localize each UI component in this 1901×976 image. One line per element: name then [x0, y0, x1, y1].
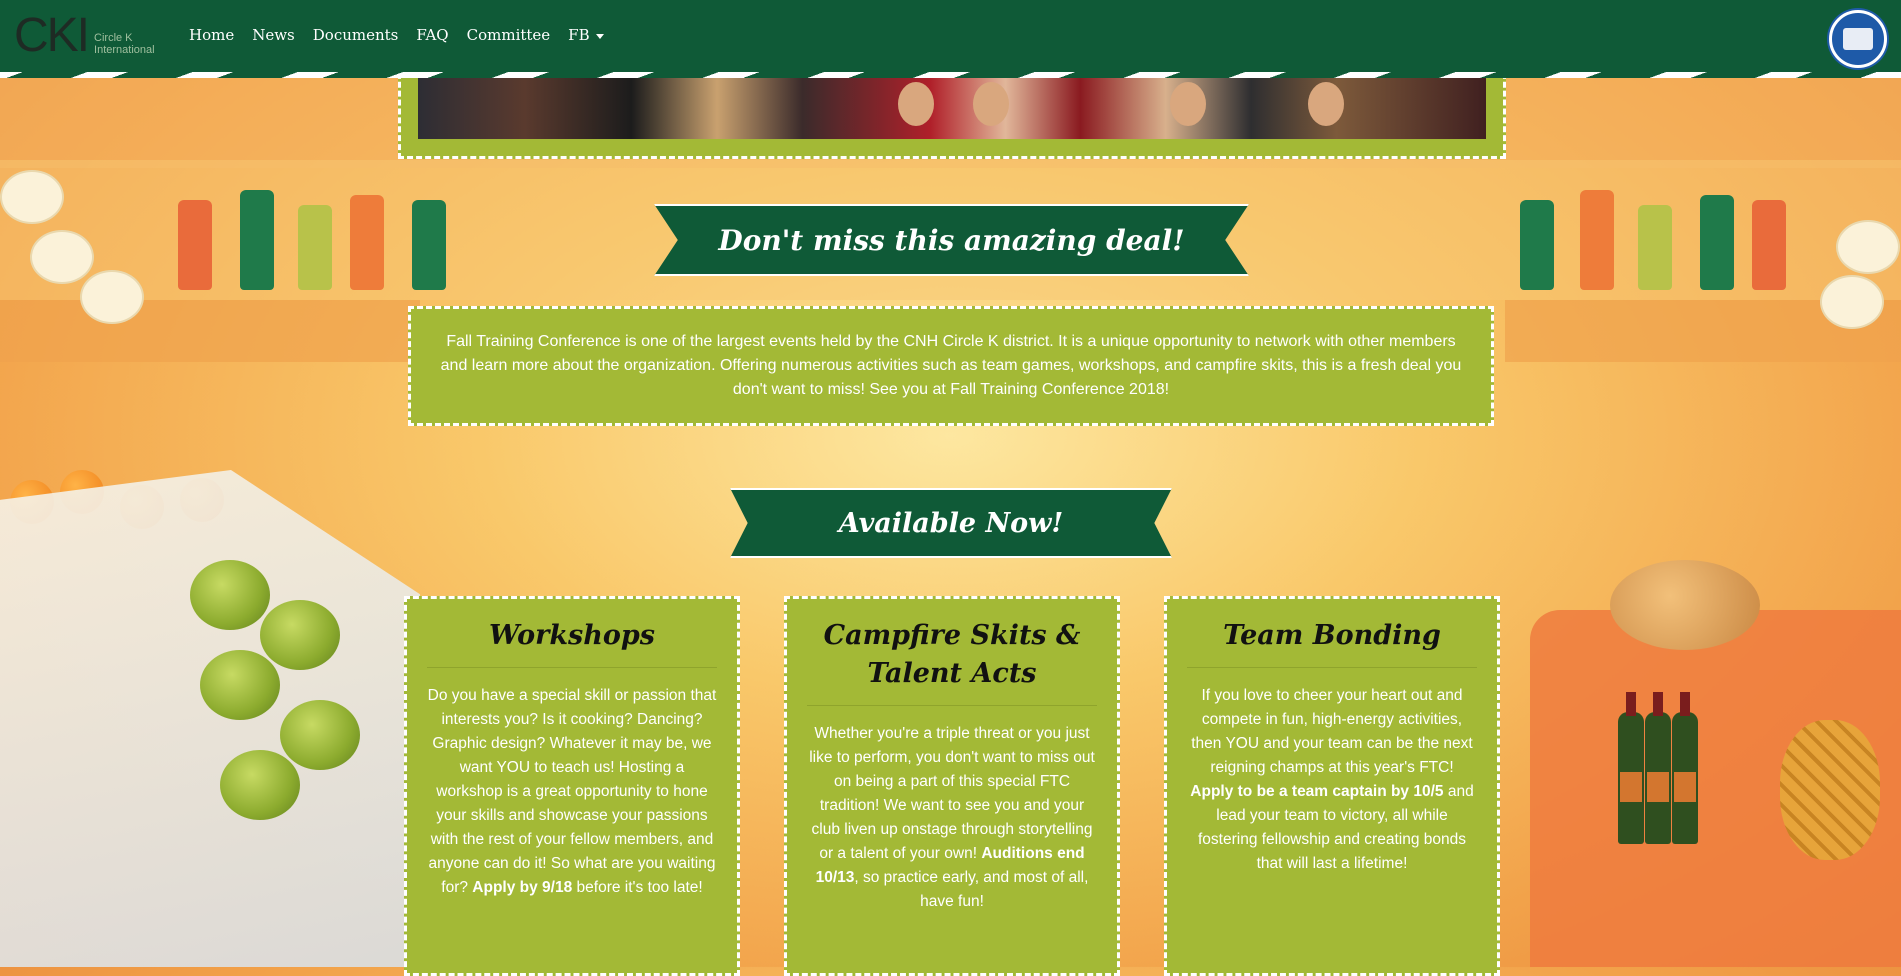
brand-subtitle-line-2: International [94, 44, 155, 56]
caret-down-icon [595, 33, 604, 39]
card-text: Whether you're a triple threat or you ju… [807, 722, 1097, 914]
district-seal-icon[interactable] [1829, 10, 1887, 68]
background-roll [1820, 275, 1884, 329]
background-roll [80, 270, 144, 324]
background-roll [0, 170, 64, 224]
card-title: Workshops [489, 620, 655, 651]
background-melon [190, 560, 270, 630]
photo-face [973, 82, 1009, 126]
nav-dropdown-fb[interactable]: FB [568, 26, 604, 44]
background-wine-bottle [1645, 692, 1671, 844]
nav-link-home[interactable]: Home [189, 26, 234, 44]
background-bottle [240, 190, 274, 290]
brand-subtitle: Circle K International [94, 32, 155, 56]
cki-logo-text: CKI [14, 9, 90, 62]
nav-link-faq[interactable]: FAQ [416, 26, 448, 44]
background-roll [30, 230, 94, 284]
nav-links: Home News Documents FAQ Committee FB [189, 26, 622, 44]
card-deadline: Apply to be a team captain by 10/5 [1190, 783, 1444, 800]
background-bottle [1700, 195, 1734, 290]
background-shelf-edge-left [0, 300, 420, 362]
photo-face [1308, 82, 1344, 126]
card-body: Do you have a special skill or passion t… [427, 687, 717, 896]
card-body: If you love to cheer your heart out and … [1191, 687, 1473, 776]
card-campfire-skits: Campfire Skits & Talent Acts Whether you… [784, 596, 1120, 976]
background-bottle [178, 200, 212, 290]
background-melon [220, 750, 300, 820]
background-melon [260, 600, 340, 670]
card-text: Do you have a special skill or passion t… [427, 684, 717, 900]
deal-banner-text: Don't miss this amazing deal! [718, 223, 1185, 257]
background-melon [200, 650, 280, 720]
background-bottle [350, 195, 384, 290]
background-bottle [1520, 200, 1554, 290]
card-divider [1187, 667, 1477, 668]
background-bottle [412, 200, 446, 290]
card-body-end: , so practice early, and most of all, ha… [854, 869, 1089, 910]
available-now-text: Available Now! [838, 507, 1064, 539]
background-produce-crate [0, 470, 420, 967]
available-now-banner: Available Now! [730, 488, 1172, 558]
nav-link-news[interactable]: News [252, 26, 295, 44]
card-body: Whether you're a triple threat or you ju… [809, 725, 1095, 862]
background-bottle [298, 205, 332, 290]
background-wine-bottle [1672, 692, 1698, 844]
navbar-candy-stripe [0, 72, 1901, 78]
seal-emblem [1843, 28, 1873, 50]
background-bottle [1752, 200, 1786, 290]
deal-banner: Don't miss this amazing deal! [654, 204, 1249, 276]
description-text: Fall Training Conference is one of the l… [440, 333, 1462, 398]
card-title: Campfire Skits & Talent Acts [823, 620, 1081, 689]
nav-link-documents[interactable]: Documents [313, 26, 399, 44]
card-title: Team Bonding [1223, 620, 1441, 651]
background-bottle [1638, 205, 1672, 290]
description-box: Fall Training Conference is one of the l… [408, 306, 1494, 426]
background-pineapple [1780, 720, 1880, 860]
nav-link-committee[interactable]: Committee [467, 26, 551, 44]
photo-face [898, 82, 934, 126]
nav-dropdown-fb-label: FB [568, 26, 590, 44]
card-divider [807, 705, 1097, 706]
card-team-bonding: Team Bonding If you love to cheer your h… [1164, 596, 1500, 976]
background-melon [280, 700, 360, 770]
card-deadline: Apply by 9/18 [472, 879, 573, 896]
brand-subtitle-line-1: Circle K [94, 32, 133, 44]
top-navbar: CKI Circle K International Home News Doc… [0, 0, 1901, 72]
card-text: If you love to cheer your heart out and … [1187, 684, 1477, 876]
background-wine-bottle [1618, 692, 1644, 844]
conference-group-photo [418, 76, 1486, 139]
background-roast-chicken [1610, 560, 1760, 650]
background-roll [1836, 220, 1900, 274]
background-bottle [1580, 190, 1614, 290]
photo-face [1170, 82, 1206, 126]
brand-logo[interactable]: CKI Circle K International [14, 12, 155, 60]
card-workshops: Workshops Do you have a special skill or… [404, 596, 740, 976]
card-body-end: before it's too late! [576, 879, 703, 896]
card-divider [427, 667, 717, 668]
